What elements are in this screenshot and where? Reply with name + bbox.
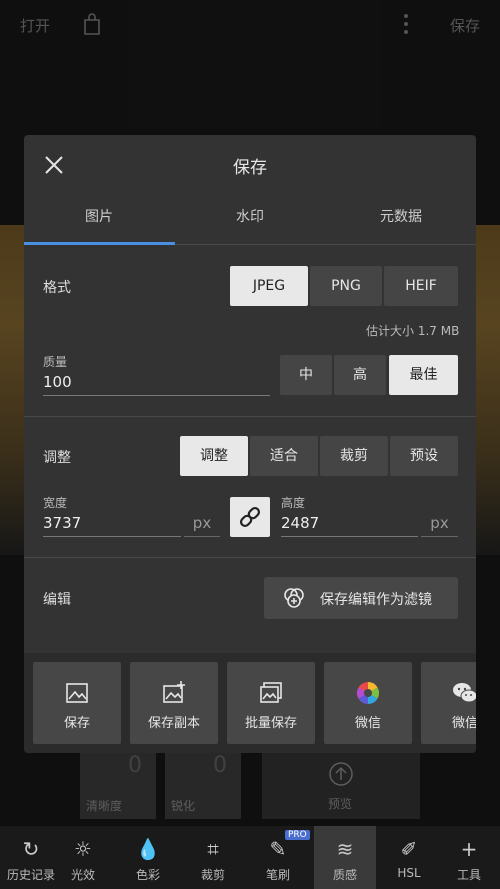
tool-hsl[interactable]: ✐ HSL <box>378 826 440 889</box>
divider <box>24 557 476 558</box>
share-batch-save[interactable]: 批量保存 <box>227 662 315 744</box>
link-icon <box>239 506 261 528</box>
edit-label: 编辑 <box>43 592 71 608</box>
format-heif[interactable]: HEIF <box>384 266 458 306</box>
share-row: 保存 保存副本 批量保存 微信 微信 <box>24 653 476 753</box>
adjust-preset[interactable]: 预设 <box>390 436 458 476</box>
adjust-label: 调整 <box>43 450 71 466</box>
wechat-icon <box>453 683 476 703</box>
quality-input[interactable]: 100 <box>43 370 270 396</box>
width-label: 宽度 <box>43 496 68 510</box>
size-estimate: 估计大小 1.7 MB <box>366 324 460 338</box>
format-label: 格式 <box>43 280 71 296</box>
tool-texture[interactable]: ≋ 质感 <box>314 826 376 889</box>
tab-watermark[interactable]: 水印 <box>175 193 325 245</box>
share-wechat[interactable]: 微信 <box>421 662 476 744</box>
tab-bar: 图片 水印 元数据 <box>24 193 476 245</box>
quality-medium[interactable]: 中 <box>280 355 332 395</box>
format-jpeg[interactable]: JPEG <box>230 266 308 306</box>
quality-high[interactable]: 高 <box>334 355 386 395</box>
save-dialog: 保存 图片 水印 元数据 格式 JPEG PNG HEIF 估计大小 1.7 M… <box>24 135 476 753</box>
adjust-crop[interactable]: 裁剪 <box>320 436 388 476</box>
bottom-toolbar: ↻ 历史记录 ☼ 光效 💧 色彩 ⌗ 裁剪 ✎ 笔刷 PRO ≋ 质感 ✐ HS… <box>0 826 500 889</box>
aperture-icon <box>357 682 379 704</box>
tab-metadata[interactable]: 元数据 <box>326 193 476 245</box>
share-save[interactable]: 保存 <box>33 662 121 744</box>
quality-best[interactable]: 最佳 <box>389 355 458 395</box>
width-input[interactable]: 3737 <box>43 511 181 537</box>
divider <box>24 416 476 417</box>
pro-badge: PRO <box>285 830 310 840</box>
tab-image[interactable]: 图片 <box>24 193 174 245</box>
tab-indicator <box>24 242 175 245</box>
color-drop-icon: 💧 <box>135 837 161 861</box>
tool-tools[interactable]: + 工具 <box>438 826 500 889</box>
texture-icon: ≋ <box>336 837 354 861</box>
crop-icon: ⌗ <box>207 837 219 861</box>
filter-add-icon <box>284 588 304 608</box>
format-png[interactable]: PNG <box>310 266 382 306</box>
share-save-copy[interactable]: 保存副本 <box>130 662 218 744</box>
image-add-icon <box>163 681 185 703</box>
tool-crop[interactable]: ⌗ 裁剪 <box>182 826 244 889</box>
height-unit: px <box>421 511 458 537</box>
images-icon <box>260 682 282 703</box>
tool-color[interactable]: 💧 色彩 <box>117 826 179 889</box>
adjust-fit[interactable]: 适合 <box>250 436 318 476</box>
height-input[interactable]: 2487 <box>281 511 418 537</box>
brightness-icon: ☼ <box>74 837 92 861</box>
height-label: 高度 <box>281 496 306 510</box>
share-wechat-moments[interactable]: 微信 <box>324 662 412 744</box>
hsl-icon: ✐ <box>400 837 418 861</box>
tool-light[interactable]: ☼ 光效 <box>52 826 114 889</box>
plus-icon: + <box>460 837 478 861</box>
dialog-title: 保存 <box>233 158 267 178</box>
quality-label: 质量 <box>43 355 68 369</box>
tool-brush[interactable]: ✎ 笔刷 PRO <box>247 826 310 889</box>
save-edit-as-filter-label: 保存编辑作为滤镜 <box>320 592 432 608</box>
save-edit-as-filter-button[interactable]: 保存编辑作为滤镜 <box>264 577 458 619</box>
link-toggle[interactable] <box>230 497 270 537</box>
width-unit: px <box>184 511 220 537</box>
adjust-resize[interactable]: 调整 <box>180 436 248 476</box>
image-icon <box>66 683 88 703</box>
